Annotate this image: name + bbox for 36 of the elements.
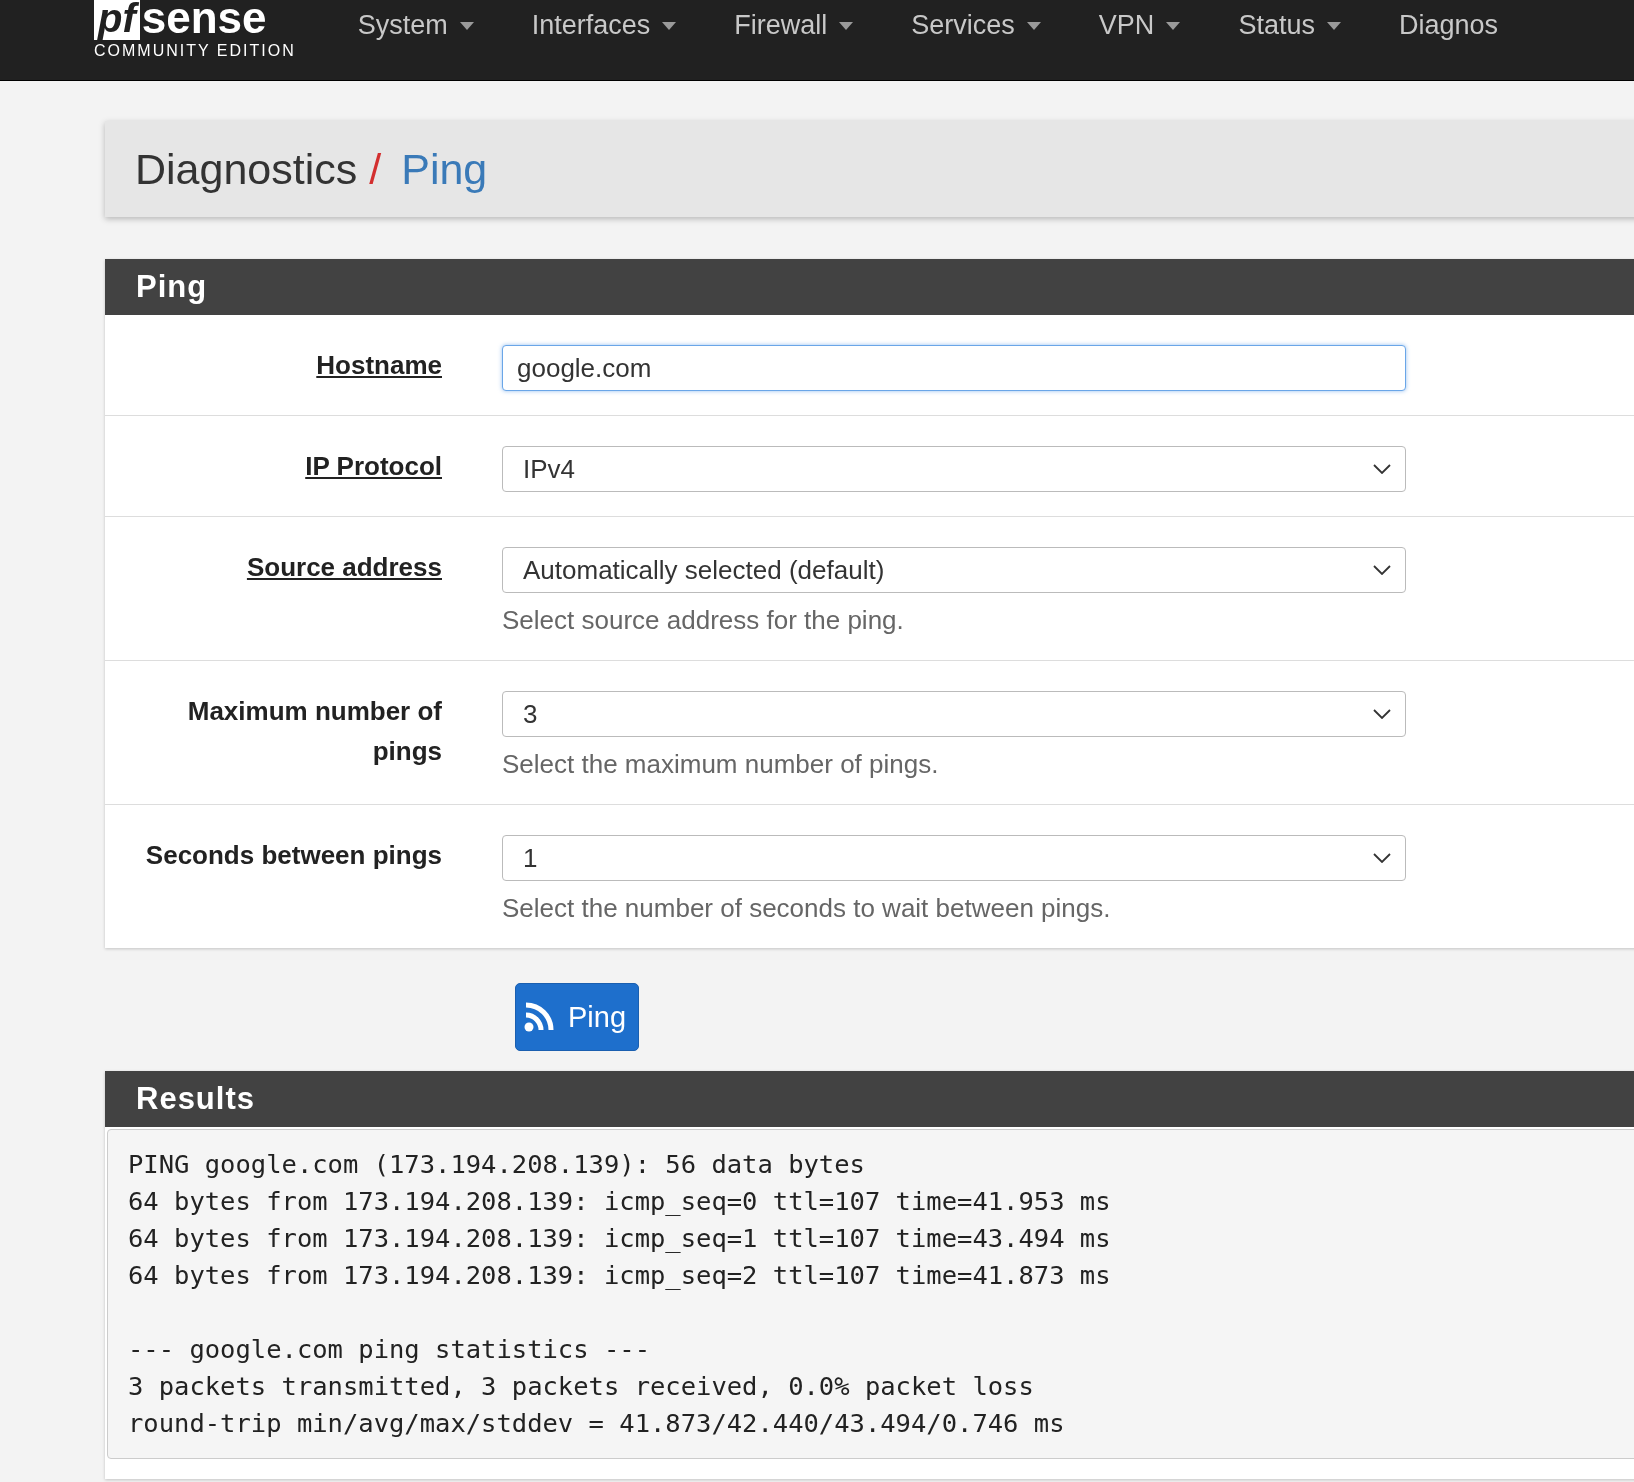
- nav-menu-item[interactable]: Interfaces: [531, 10, 677, 41]
- nav-menu-item[interactable]: Status: [1238, 10, 1341, 41]
- chevron-down-icon: [1373, 565, 1391, 575]
- field-label[interactable]: Hostname: [316, 345, 442, 385]
- field-label: Maximum number of pings: [186, 695, 442, 768]
- ping-button[interactable]: Ping: [515, 983, 640, 1051]
- dropdown-select[interactable]: 3: [502, 691, 1406, 737]
- breadcrumb-separator: /: [369, 144, 382, 194]
- help-text: Select the maximum number of pings.: [502, 749, 940, 780]
- panel-title: Results: [136, 1081, 255, 1117]
- dropdown-select[interactable]: 1: [502, 835, 1406, 881]
- chevron-down-icon: [1373, 464, 1391, 474]
- logo[interactable]: pfsense COMMUNITY EDITION: [94, 0, 296, 60]
- nav-menu-item[interactable]: VPN: [1098, 10, 1181, 41]
- ping-output: PING google.com (173.194.208.139): 56 data bytes 64 bytes from 173.194.208.139: icmp_seq=0 ttl=107 time=41.953 ms 64 bytes from 173.194.208.139: icmp_seq=1 ttl=107 time=43.494 ms 64 bytes from 173.194.208.139: icmp_seq=2 ttl=107 time=41.873 ms --- google.com ping statistics --- 3 packets transmitted, 3 packets received, 0.0% packet loss round-trip min/avg/max/stddev = 41.873/42.440/43.494/0.746 ms: [107, 1129, 1634, 1459]
- logo-tagline: COMMUNITY EDITION: [94, 42, 296, 60]
- breadcrumb-parent[interactable]: Diagnostics: [135, 144, 358, 194]
- nav-menu-item[interactable]: Firewall: [734, 10, 854, 41]
- field-label[interactable]: Source address: [246, 547, 442, 587]
- field-label: Seconds between pings: [145, 839, 442, 872]
- dropdown-select[interactable]: Automatically selected (default): [502, 547, 1406, 593]
- logo-wordmark: sense: [141, 0, 267, 40]
- nav-menu-item[interactable]: Services: [911, 10, 1041, 41]
- field-label[interactable]: IP Protocol: [305, 446, 442, 486]
- hostname-input-field[interactable]: google.com: [502, 345, 1406, 391]
- chevron-down-icon: [1373, 853, 1391, 863]
- breadcrumb-current[interactable]: Ping: [401, 144, 488, 194]
- rss-icon: [524, 1002, 556, 1032]
- panel-title: Ping: [136, 269, 208, 305]
- help-text: Select the number of seconds to wait between pings.: [502, 893, 1112, 924]
- nav-menu-item[interactable]: System: [357, 10, 474, 41]
- nav-menu-item[interactable]: Diagnos: [1398, 10, 1498, 41]
- help-text: Select source address for the ping.: [502, 605, 905, 636]
- dropdown-select[interactable]: IPv4: [502, 446, 1406, 492]
- logo-mark: pf: [94, 0, 140, 40]
- chevron-down-icon: [1373, 709, 1391, 719]
